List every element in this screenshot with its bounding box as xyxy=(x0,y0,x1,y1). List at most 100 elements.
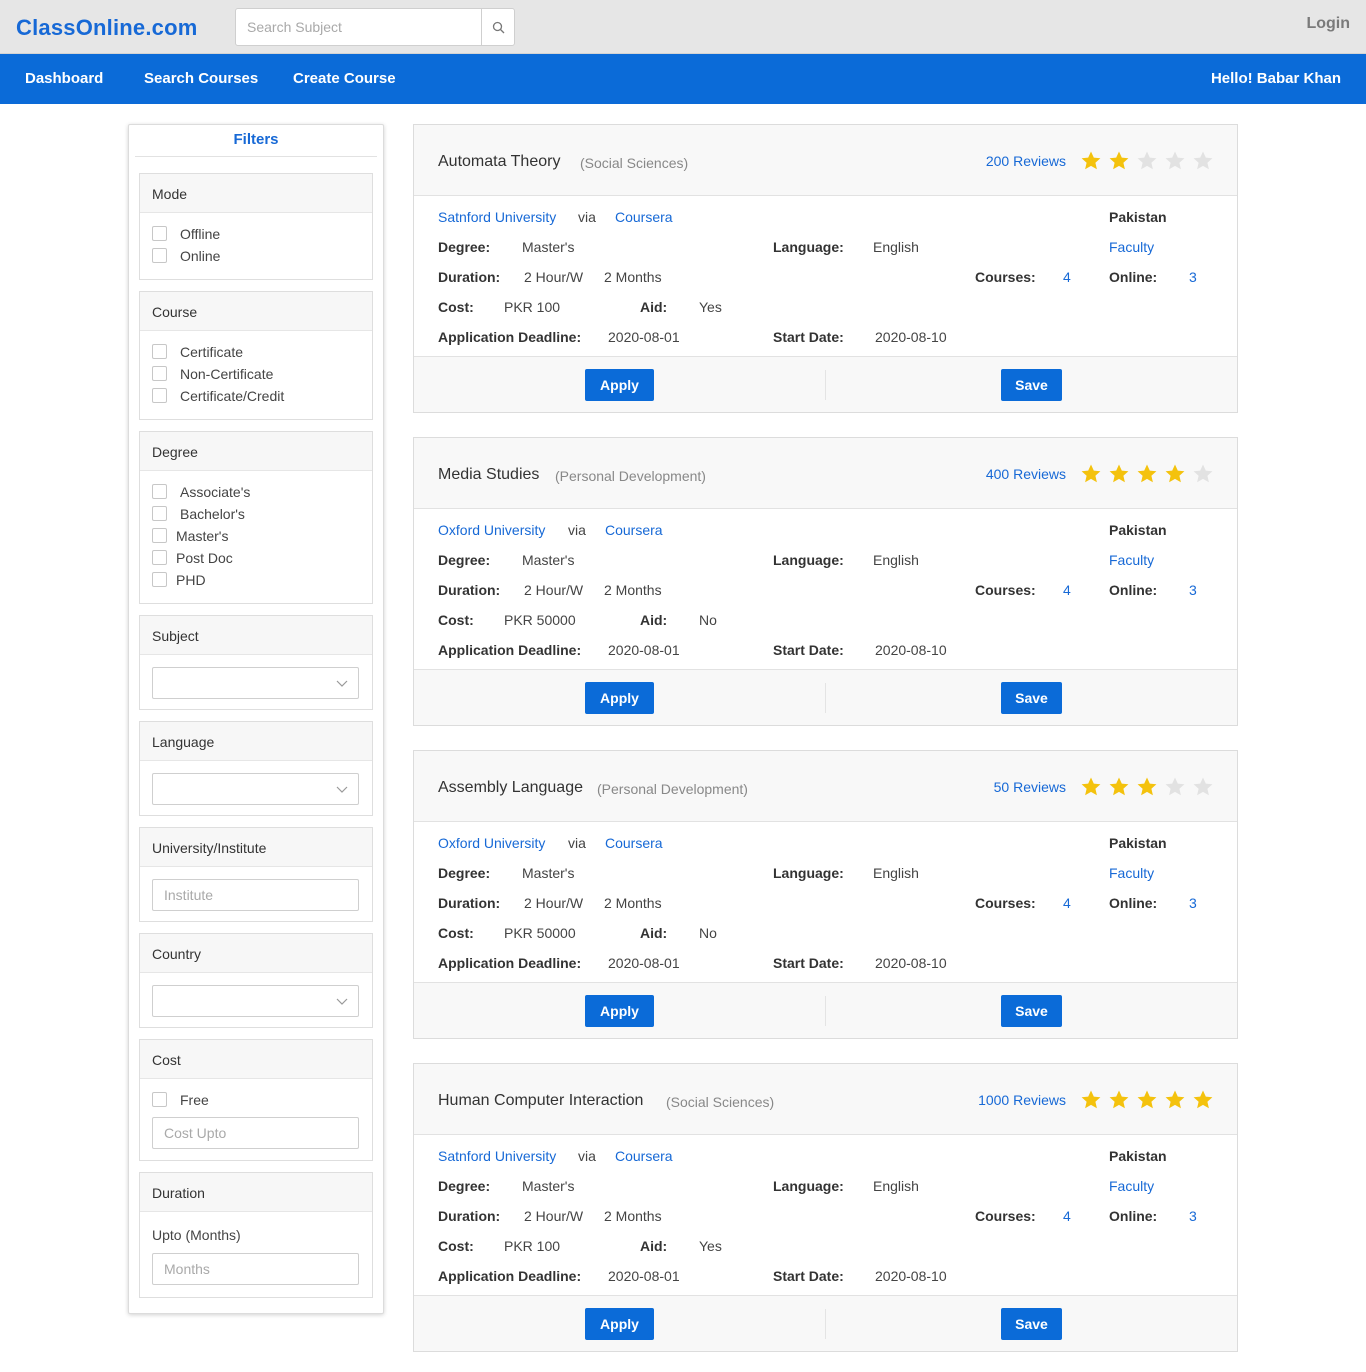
courses-count-link[interactable]: 4 xyxy=(1063,269,1071,285)
filter-option: Master's xyxy=(140,525,372,547)
course-card: Media Studies (Personal Development) 400… xyxy=(413,437,1238,726)
search-input[interactable] xyxy=(236,9,481,45)
checkbox-certificate-credit[interactable] xyxy=(152,388,167,403)
filter-course-title: Course xyxy=(140,292,372,331)
cost-label: Cost: xyxy=(438,925,474,941)
reviews-link[interactable]: 200 Reviews xyxy=(986,153,1066,169)
apply-button[interactable]: Apply xyxy=(585,1308,654,1340)
cost-label: Cost: xyxy=(438,1238,474,1254)
aid-value: No xyxy=(699,925,717,941)
star-icon[interactable] xyxy=(1080,774,1108,798)
platform-link[interactable]: Coursera xyxy=(605,835,663,851)
nav-create-course[interactable]: Create Course xyxy=(293,70,396,87)
apply-button[interactable]: Apply xyxy=(585,682,654,714)
faculty-link[interactable]: Faculty xyxy=(1109,239,1154,255)
course-card-body: Satnford University via Coursera Pakista… xyxy=(414,1135,1237,1295)
checkbox-non-certificate[interactable] xyxy=(152,366,167,381)
user-greeting[interactable]: Hello! Babar Khan xyxy=(1211,70,1341,87)
star-icon[interactable] xyxy=(1164,774,1192,798)
country-select[interactable] xyxy=(152,985,359,1017)
checkbox-phd[interactable] xyxy=(152,572,167,587)
degree-value: Master's xyxy=(522,1178,575,1194)
star-icon[interactable] xyxy=(1192,774,1220,798)
university-link[interactable]: Oxford University xyxy=(438,522,545,538)
star-icon[interactable] xyxy=(1080,461,1108,485)
courses-label: Courses: xyxy=(975,1208,1036,1224)
course-card-footer: Apply Save xyxy=(414,669,1237,725)
save-button[interactable]: Save xyxy=(1001,995,1062,1027)
star-icon[interactable] xyxy=(1136,774,1164,798)
star-icon[interactable] xyxy=(1136,1087,1164,1111)
nav-dashboard[interactable]: Dashboard xyxy=(25,70,103,87)
course-title[interactable]: Assembly Language xyxy=(438,779,583,797)
platform-link[interactable]: Coursera xyxy=(615,209,673,225)
checkbox-online[interactable] xyxy=(152,248,167,263)
option-label: Bachelor's xyxy=(180,506,245,522)
star-icon[interactable] xyxy=(1192,1087,1220,1111)
courses-count-link[interactable]: 4 xyxy=(1063,895,1071,911)
star-icon[interactable] xyxy=(1136,461,1164,485)
course-title[interactable]: Human Computer Interaction xyxy=(438,1092,643,1110)
login-link[interactable]: Login xyxy=(1306,15,1350,33)
star-icon[interactable] xyxy=(1164,461,1192,485)
online-count-link[interactable]: 3 xyxy=(1189,269,1197,285)
apply-button[interactable]: Apply xyxy=(585,995,654,1027)
via-text: via xyxy=(568,522,586,538)
subject-select[interactable] xyxy=(152,667,359,699)
star-icon[interactable] xyxy=(1164,148,1192,172)
checkbox-offline[interactable] xyxy=(152,226,167,241)
cost-upto-input[interactable] xyxy=(152,1117,359,1149)
checkbox-post-doc[interactable] xyxy=(152,550,167,565)
star-icon[interactable] xyxy=(1080,1087,1108,1111)
faculty-link[interactable]: Faculty xyxy=(1109,1178,1154,1194)
platform-link[interactable]: Coursera xyxy=(605,522,663,538)
apply-button[interactable]: Apply xyxy=(585,369,654,401)
course-title[interactable]: Media Studies xyxy=(438,466,539,484)
online-count-link[interactable]: 3 xyxy=(1189,895,1197,911)
option-label: Non-Certificate xyxy=(180,366,274,382)
platform-link[interactable]: Coursera xyxy=(615,1148,673,1164)
checkbox-masters[interactable] xyxy=(152,528,167,543)
star-icon[interactable] xyxy=(1192,461,1220,485)
save-button[interactable]: Save xyxy=(1001,682,1062,714)
faculty-link[interactable]: Faculty xyxy=(1109,552,1154,568)
institute-input[interactable] xyxy=(152,879,359,911)
star-icon[interactable] xyxy=(1192,148,1220,172)
university-link[interactable]: Satnford University xyxy=(438,209,556,225)
faculty-link[interactable]: Faculty xyxy=(1109,865,1154,881)
search-box xyxy=(235,8,515,46)
reviews-link[interactable]: 1000 Reviews xyxy=(978,1092,1066,1108)
reviews-link[interactable]: 50 Reviews xyxy=(994,779,1066,795)
course-card-header: Assembly Language (Personal Development)… xyxy=(414,751,1237,822)
courses-count-link[interactable]: 4 xyxy=(1063,582,1071,598)
months-input[interactable] xyxy=(152,1253,359,1285)
checkbox-associates[interactable] xyxy=(152,484,167,499)
courses-count-link[interactable]: 4 xyxy=(1063,1208,1071,1224)
star-icon[interactable] xyxy=(1108,461,1136,485)
university-link[interactable]: Satnford University xyxy=(438,1148,556,1164)
nav-search-courses[interactable]: Search Courses xyxy=(144,70,258,87)
checkbox-bachelors[interactable] xyxy=(152,506,167,521)
course-title[interactable]: Automata Theory xyxy=(438,153,560,171)
option-label: Offline xyxy=(180,226,221,242)
search-button[interactable] xyxy=(481,9,514,45)
online-count-link[interactable]: 3 xyxy=(1189,582,1197,598)
language-select[interactable] xyxy=(152,773,359,805)
chevron-down-icon xyxy=(336,998,348,1005)
filter-option: PHD xyxy=(140,569,372,591)
checkbox-certificate[interactable] xyxy=(152,344,167,359)
star-icon[interactable] xyxy=(1108,774,1136,798)
reviews-link[interactable]: 400 Reviews xyxy=(986,466,1066,482)
star-icon[interactable] xyxy=(1108,148,1136,172)
save-button[interactable]: Save xyxy=(1001,1308,1062,1340)
star-icon[interactable] xyxy=(1164,1087,1192,1111)
university-link[interactable]: Oxford University xyxy=(438,835,545,851)
checkbox-free[interactable] xyxy=(152,1092,167,1107)
brand-logo[interactable]: ClassOnline.com xyxy=(16,15,198,41)
filter-cost: Cost Free xyxy=(139,1039,373,1161)
star-icon[interactable] xyxy=(1080,148,1108,172)
save-button[interactable]: Save xyxy=(1001,369,1062,401)
star-icon[interactable] xyxy=(1136,148,1164,172)
online-count-link[interactable]: 3 xyxy=(1189,1208,1197,1224)
star-icon[interactable] xyxy=(1108,1087,1136,1111)
